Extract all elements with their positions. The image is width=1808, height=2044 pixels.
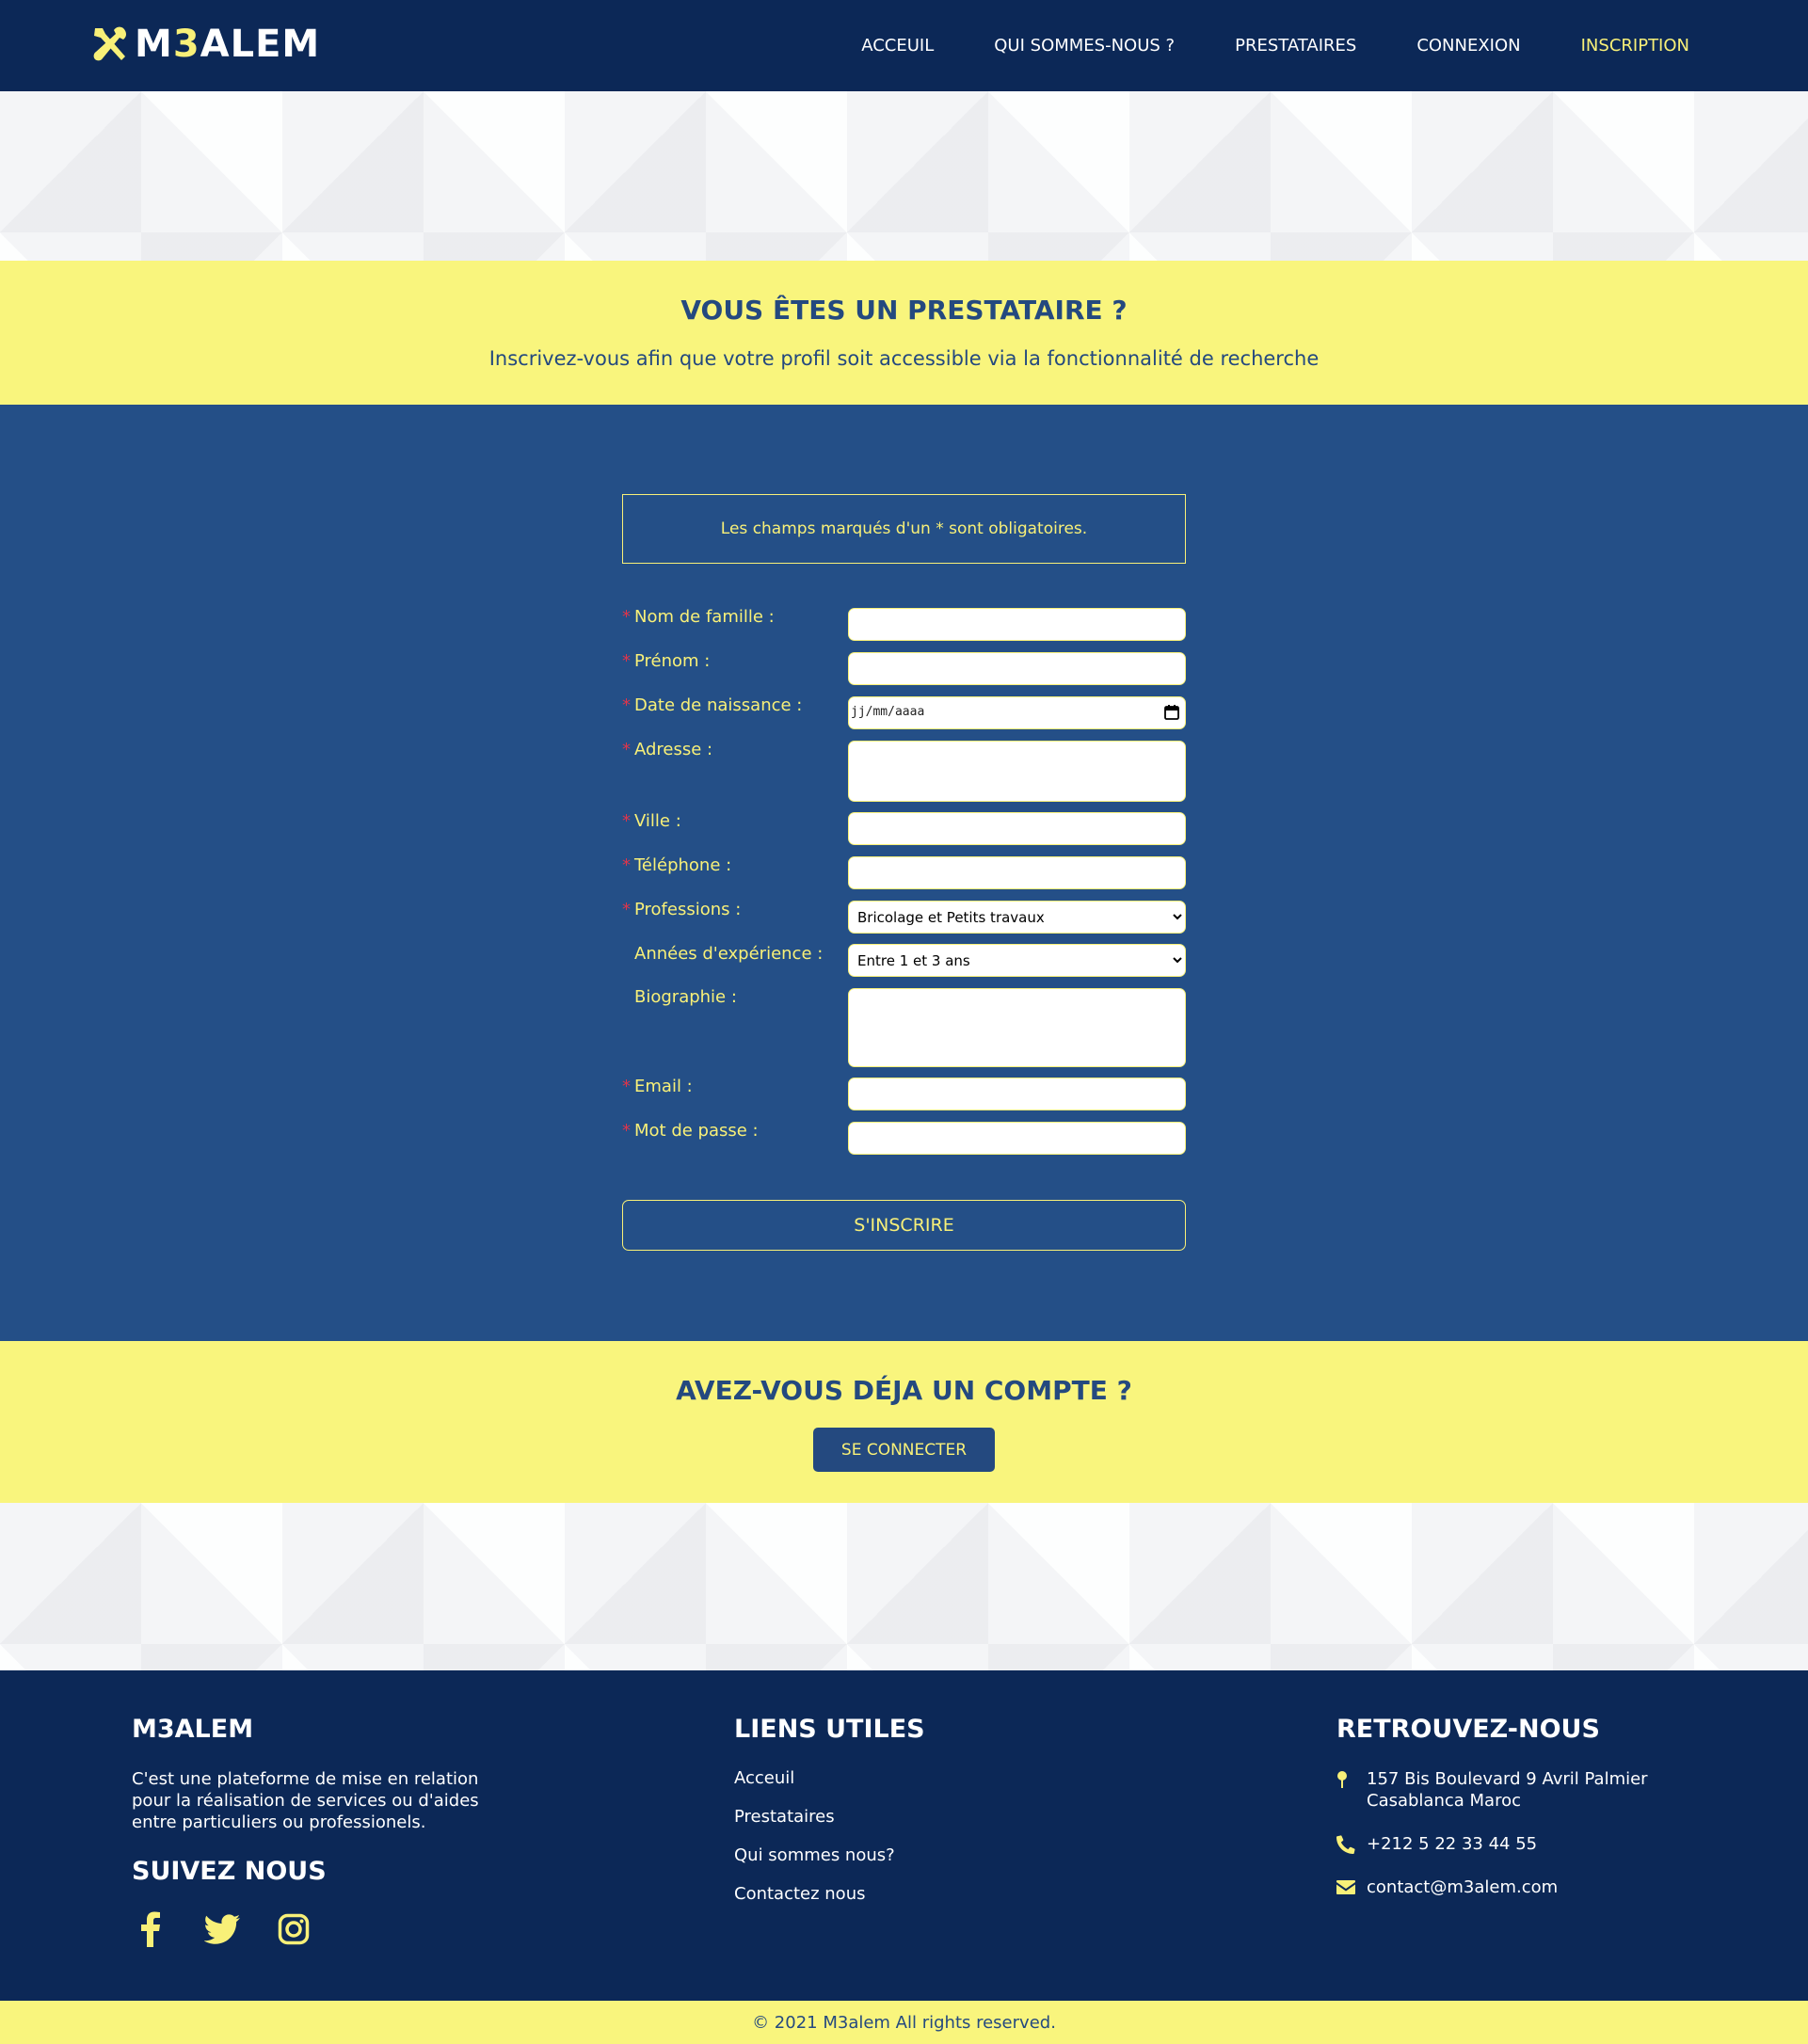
registration-form-section: Les champs marqués d'un * sont obligatoi… bbox=[0, 405, 1808, 1341]
facebook-icon[interactable] bbox=[132, 1910, 169, 1948]
se-connecter-button[interactable]: SE CONNECTER bbox=[813, 1428, 995, 1472]
date-placeholder: jj/mm/aaaa bbox=[851, 705, 925, 719]
decorative-texture-top bbox=[0, 91, 1808, 261]
password-input[interactable] bbox=[848, 1122, 1186, 1155]
telephone-input[interactable] bbox=[848, 856, 1186, 889]
copyright-text: © 2021 M3alem All rights reserved. bbox=[752, 2012, 1056, 2033]
experience-select[interactable]: Entre 1 et 3 ans bbox=[848, 944, 1186, 977]
footer-about-title: M3ALEM bbox=[132, 1715, 254, 1744]
footer-links-title: LIENS UTILES bbox=[734, 1715, 925, 1744]
social-links bbox=[132, 1910, 508, 1948]
footer-about-text: C'est une plateforme de mise en relation… bbox=[132, 1769, 479, 1832]
contact-phone: +212 5 22 33 44 55 bbox=[1336, 1833, 1732, 1855]
decorative-texture-bottom bbox=[0, 1503, 1808, 1670]
footer-link-prestataires[interactable]: Prestataires bbox=[734, 1807, 1111, 1827]
required-fields-notice: Les champs marqués d'un * sont obligatoi… bbox=[622, 494, 1186, 564]
footer-about: M3ALEM C'est une plateforme de mise en r… bbox=[132, 1715, 508, 1948]
ville-input[interactable] bbox=[848, 812, 1186, 845]
date-naissance-input[interactable]: jj/mm/aaaa bbox=[848, 696, 1186, 729]
footer-links: LIENS UTILES Acceuil Prestataires Qui so… bbox=[734, 1715, 1111, 1904]
label-nom: * Nom de famille : bbox=[622, 607, 775, 627]
label-adresse: * Adresse : bbox=[622, 740, 713, 759]
hero-band: VOUS ÊTES UN PRESTATAIRE ? Inscrivez-vou… bbox=[0, 261, 1808, 405]
main-nav: ACCEUIL QUI SOMMES-NOUS ? PRESTATAIRES C… bbox=[861, 0, 1689, 91]
footer: M3ALEM C'est une plateforme de mise en r… bbox=[0, 1670, 1808, 2001]
account-band: AVEZ-VOUS DÉJA UN COMPTE ? SE CONNECTER bbox=[0, 1341, 1808, 1503]
calendar-icon[interactable] bbox=[1163, 704, 1180, 721]
footer-link-contactez-nous[interactable]: Contactez nous bbox=[734, 1884, 1111, 1904]
label-email: * Email : bbox=[622, 1077, 693, 1096]
footer-contact-title: RETROUVEZ-NOUS bbox=[1336, 1715, 1600, 1744]
label-ville: * Ville : bbox=[622, 811, 681, 831]
navbar: M3ALEM ACCEUIL QUI SOMMES-NOUS ? PRESTAT… bbox=[0, 0, 1808, 91]
nom-input[interactable] bbox=[848, 608, 1186, 641]
sinscrire-button[interactable]: S'INSCRIRE bbox=[622, 1200, 1186, 1251]
nav-item-acceuil[interactable]: ACCEUIL bbox=[861, 36, 934, 56]
instagram-icon[interactable] bbox=[275, 1910, 312, 1948]
label-telephone: * Téléphone : bbox=[622, 855, 732, 875]
contact-address-text: 157 Bis Boulevard 9 Avril Palmier Casabl… bbox=[1367, 1769, 1648, 1811]
footer-social-title: SUIVEZ NOUS bbox=[132, 1857, 327, 1886]
contact-address: 157 Bis Boulevard 9 Avril Palmier Casabl… bbox=[1336, 1768, 1732, 1812]
logo-text: M3ALEM bbox=[135, 23, 321, 66]
professions-select[interactable]: Bricolage et Petits travaux bbox=[848, 901, 1186, 934]
email-input[interactable] bbox=[848, 1078, 1186, 1110]
hero-subtitle: Inscrivez-vous afin que votre profil soi… bbox=[488, 347, 1320, 370]
nav-item-inscription[interactable]: INSCRIPTION bbox=[1581, 36, 1689, 56]
map-pin-icon bbox=[1337, 1771, 1347, 1788]
biographie-textarea[interactable] bbox=[848, 988, 1186, 1067]
copyright-bar: © 2021 M3alem All rights reserved. bbox=[0, 2001, 1808, 2044]
label-prenom: * Prénom : bbox=[622, 651, 711, 671]
label-experience: Années d'expérience : bbox=[634, 944, 824, 964]
prenom-input[interactable] bbox=[848, 652, 1186, 685]
nav-item-qui-sommes-nous[interactable]: QUI SOMMES-NOUS ? bbox=[994, 36, 1175, 56]
logo[interactable]: M3ALEM bbox=[89, 21, 320, 68]
envelope-icon bbox=[1336, 1880, 1355, 1894]
nav-item-connexion[interactable]: CONNEXION bbox=[1416, 36, 1520, 56]
footer-contact: RETROUVEZ-NOUS 157 Bis Boulevard 9 Avril… bbox=[1336, 1715, 1732, 1898]
label-biographie: Biographie : bbox=[634, 987, 737, 1007]
nav-item-prestataires[interactable]: PRESTATAIRES bbox=[1235, 36, 1356, 56]
account-title: AVEZ-VOUS DÉJA UN COMPTE ? bbox=[676, 1375, 1132, 1406]
phone-icon bbox=[1336, 1835, 1355, 1854]
contact-email-text[interactable]: contact@m3alem.com bbox=[1367, 1876, 1558, 1898]
adresse-textarea[interactable] bbox=[848, 741, 1186, 802]
contact-email: contact@m3alem.com bbox=[1336, 1876, 1732, 1898]
footer-link-qui-sommes-nous[interactable]: Qui sommes nous? bbox=[734, 1845, 1111, 1865]
label-password: * Mot de passe : bbox=[622, 1121, 759, 1141]
label-naissance: * Date de naissance : bbox=[622, 695, 803, 715]
twitter-icon[interactable] bbox=[203, 1910, 241, 1948]
hero-title: VOUS ÊTES UN PRESTATAIRE ? bbox=[680, 295, 1128, 326]
label-professions: * Professions : bbox=[622, 900, 742, 919]
tools-logo-icon bbox=[93, 26, 126, 61]
contact-phone-text: +212 5 22 33 44 55 bbox=[1367, 1834, 1538, 1854]
footer-link-acceuil[interactable]: Acceuil bbox=[734, 1768, 1111, 1788]
